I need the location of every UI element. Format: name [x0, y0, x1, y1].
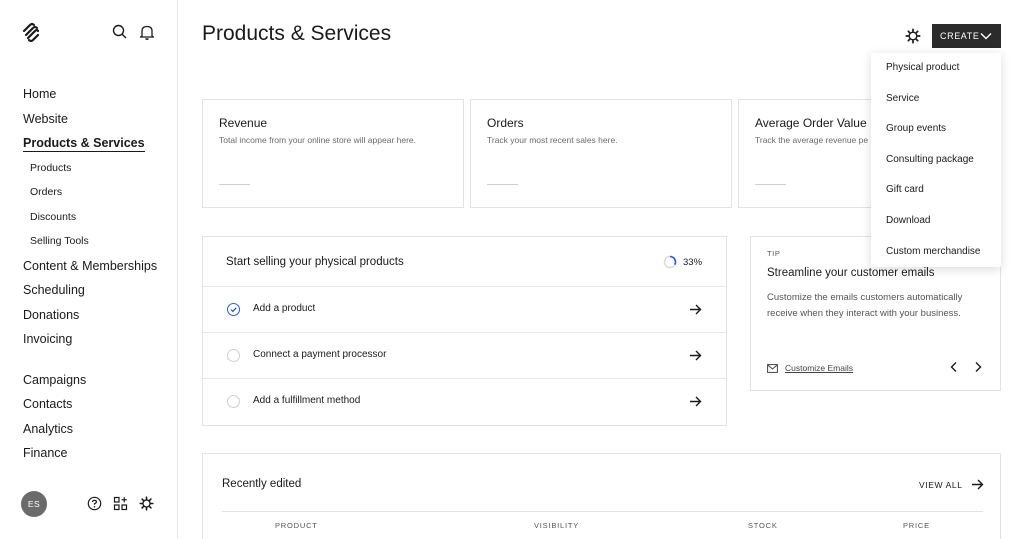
sidebar-subitem-selling-tools[interactable]: Selling Tools	[23, 233, 173, 258]
sidebar-subitem-orders[interactable]: Orders	[23, 184, 173, 209]
recently-edited-title: Recently edited	[222, 478, 302, 490]
sidebar-item-label: Home	[23, 87, 57, 101]
tip-body: Customize the emails customers automatic…	[767, 292, 963, 319]
task-label: Connect a payment processor	[253, 349, 387, 360]
arrow-right-icon	[690, 396, 702, 407]
stat-description: Total income from your online store will…	[219, 135, 417, 145]
revenue-card: Revenue Total income from your online st…	[202, 99, 464, 208]
orders-card: Orders Track your most recent sales here…	[470, 99, 732, 208]
chevron-down-icon	[980, 33, 992, 40]
empty-circle-icon	[227, 395, 240, 408]
progress-ring-icon	[663, 255, 677, 269]
bell-icon[interactable]	[138, 23, 156, 41]
search-icon[interactable]	[111, 23, 129, 41]
progress-indicator: 33%	[663, 255, 702, 269]
sidebar-nav: Home Website Products & Services Product…	[23, 86, 173, 470]
sidebar-item-contacts[interactable]: Contacts	[23, 396, 173, 421]
task-connect-payment[interactable]: Connect a payment processor	[203, 332, 727, 378]
apps-grid-icon[interactable]	[113, 496, 128, 511]
progress-percent: 33%	[683, 256, 703, 268]
column-header-product[interactable]: PRODUCT	[275, 521, 318, 530]
view-all-label: VIEW ALL	[919, 479, 963, 490]
column-header-stock[interactable]: STOCK	[748, 521, 778, 530]
create-button[interactable]: CREATE	[932, 24, 1001, 48]
page-title: Products & Services	[202, 22, 392, 45]
sidebar-item-finance[interactable]: Finance	[23, 445, 173, 470]
customize-emails-label: Customize Emails	[785, 363, 854, 373]
tip-eyebrow: TIP	[767, 249, 781, 258]
settings-gear-icon[interactable]	[905, 28, 921, 44]
create-dropdown-menu: Physical product Service Group events Co…	[871, 53, 1001, 267]
settings-gear-icon[interactable]	[139, 496, 154, 511]
menu-item-physical-product[interactable]: Physical product	[871, 58, 1001, 89]
customize-emails-link[interactable]: Customize Emails	[767, 363, 853, 373]
create-button-label: CREATE	[940, 31, 980, 41]
stat-placeholder-line	[219, 184, 250, 185]
sidebar-item-invoicing[interactable]: Invoicing	[23, 331, 173, 356]
stat-placeholder-line	[487, 184, 518, 185]
chevron-right-icon[interactable]	[972, 361, 984, 373]
view-all-button[interactable]: VIEW ALL	[919, 478, 984, 491]
divider	[222, 511, 983, 512]
sidebar: Home Website Products & Services Product…	[0, 0, 178, 539]
menu-item-consulting-package[interactable]: Consulting package	[871, 150, 1001, 181]
squarespace-logo-icon[interactable]	[21, 22, 41, 42]
task-add-product[interactable]: Add a product	[203, 286, 727, 332]
stat-title: Orders	[487, 116, 524, 130]
recently-edited-card: Recently edited VIEW ALL PRODUCT VISIBIL…	[202, 453, 1001, 539]
checklist-title: Start selling your physical products	[226, 256, 404, 268]
arrow-right-icon	[971, 479, 984, 490]
sidebar-item-scheduling[interactable]: Scheduling	[23, 282, 173, 307]
mail-icon	[767, 363, 778, 373]
sidebar-item-website[interactable]: Website	[23, 111, 173, 136]
sidebar-item-products-services[interactable]: Products & Services	[23, 135, 173, 160]
menu-item-service[interactable]: Service	[871, 89, 1001, 120]
stat-title: Revenue	[219, 116, 268, 130]
stat-title: Average Order Value	[755, 116, 867, 130]
arrow-right-icon	[690, 350, 702, 361]
sidebar-item-donations[interactable]: Donations	[23, 307, 173, 332]
stat-placeholder-line	[755, 184, 786, 185]
sidebar-item-label: Products & Services	[23, 136, 145, 152]
help-icon[interactable]	[87, 496, 102, 511]
stat-description: Track the average revenue pe	[755, 135, 869, 145]
sidebar-subitem-discounts[interactable]: Discounts	[23, 209, 173, 234]
sidebar-item-content-memberships[interactable]: Content & Memberships	[23, 258, 173, 283]
check-circle-icon	[227, 303, 240, 316]
setup-checklist-card: Start selling your physical products 33%…	[202, 236, 727, 426]
column-header-price[interactable]: PRICE	[903, 521, 930, 530]
arrow-right-icon	[690, 304, 702, 315]
chevron-left-icon[interactable]	[948, 361, 960, 373]
menu-item-custom-merchandise[interactable]: Custom merchandise	[871, 242, 1001, 273]
menu-item-gift-card[interactable]: Gift card	[871, 180, 1001, 211]
menu-item-download[interactable]: Download	[871, 211, 1001, 242]
task-label: Add a product	[253, 303, 316, 314]
avatar[interactable]: ES	[21, 491, 47, 517]
stat-description: Track your most recent sales here.	[487, 135, 618, 145]
task-label: Add a fulfillment method	[253, 395, 361, 406]
sidebar-item-home[interactable]: Home	[23, 86, 173, 111]
empty-circle-icon	[227, 349, 240, 362]
sidebar-item-campaigns[interactable]: Campaigns	[23, 372, 173, 397]
sidebar-item-analytics[interactable]: Analytics	[23, 421, 173, 446]
menu-item-group-events[interactable]: Group events	[871, 119, 1001, 150]
column-header-visibility[interactable]: VISIBILITY	[534, 521, 579, 530]
sidebar-item-label: Website	[23, 111, 68, 126]
task-add-fulfillment[interactable]: Add a fulfillment method	[203, 378, 727, 424]
sidebar-subitem-products[interactable]: Products	[23, 160, 173, 185]
